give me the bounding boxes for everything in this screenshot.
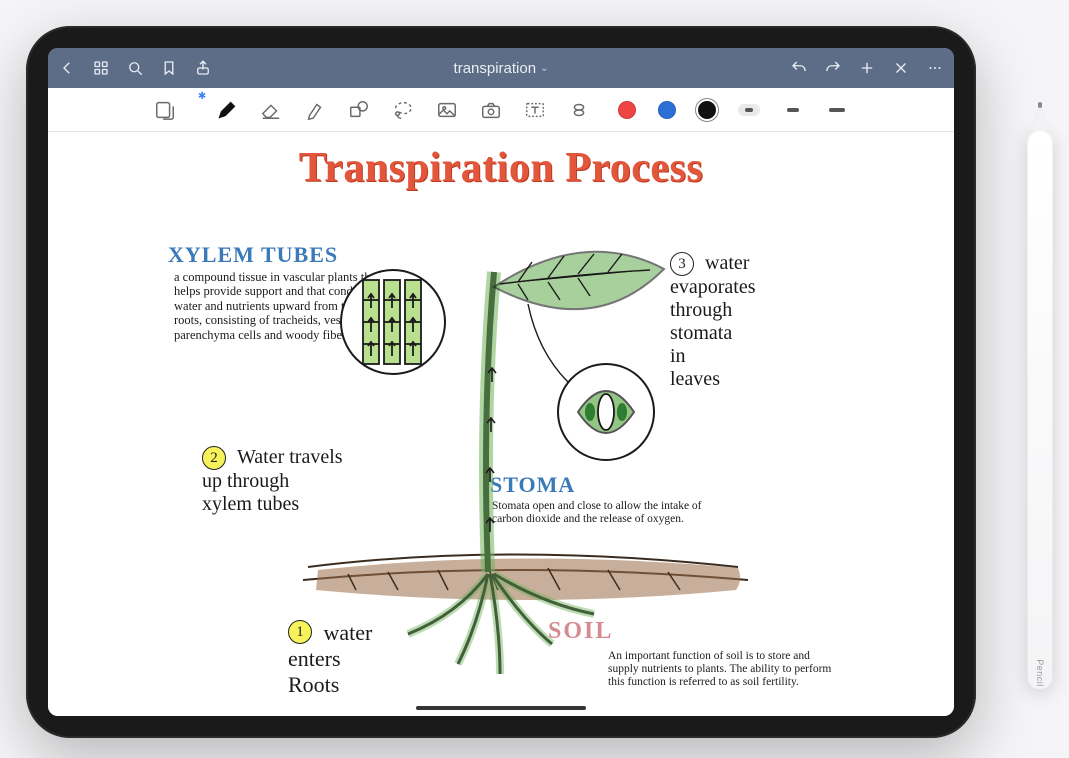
chevron-down-icon: ⌄ <box>540 63 548 74</box>
stroke-thin[interactable] <box>738 104 760 116</box>
pen-tool[interactable] <box>216 99 238 121</box>
lasso-tool[interactable] <box>392 99 414 121</box>
titlebar: transpiration ⌄ <box>48 48 954 88</box>
stroke-thick[interactable] <box>826 104 848 116</box>
text-tool[interactable] <box>524 99 546 121</box>
bookmark-button[interactable] <box>160 59 178 77</box>
eraser-tool[interactable] <box>260 99 282 121</box>
share-button[interactable] <box>194 59 212 77</box>
close-button[interactable] <box>892 59 910 77</box>
tool-toolbar: ✱ <box>48 88 954 132</box>
home-indicator <box>416 706 586 710</box>
bluetooth-indicator: ✱ <box>198 91 206 102</box>
camera-tool[interactable] <box>480 99 502 121</box>
document-title: transpiration <box>454 60 537 77</box>
shape-tool[interactable] <box>348 99 370 121</box>
app-screen: transpiration ⌄ <box>48 48 954 716</box>
image-tool[interactable] <box>436 99 458 121</box>
more-button[interactable] <box>926 59 944 77</box>
add-page-button[interactable] <box>858 59 876 77</box>
color-blue[interactable] <box>658 101 676 119</box>
document-title-dropdown[interactable]: transpiration ⌄ <box>212 60 790 77</box>
color-red[interactable] <box>618 101 636 119</box>
ipad-frame: transpiration ⌄ <box>26 26 976 738</box>
stroke-medium[interactable] <box>782 104 804 116</box>
back-button[interactable] <box>58 59 76 77</box>
link-tool[interactable] <box>568 99 590 121</box>
thumbnails-button[interactable] <box>92 59 110 77</box>
redo-button[interactable] <box>824 59 842 77</box>
color-black[interactable] <box>698 101 716 119</box>
pencil-label: Pencil <box>1035 659 1045 687</box>
highlighter-tool[interactable] <box>304 99 326 121</box>
apple-pencil: Pencil <box>1027 130 1053 690</box>
undo-button[interactable] <box>790 59 808 77</box>
note-canvas[interactable]: Transpiration Process XYLEM TUBES a comp… <box>48 132 954 716</box>
search-button[interactable] <box>126 59 144 77</box>
view-tool[interactable] <box>154 99 176 121</box>
note-drawing <box>48 132 954 716</box>
